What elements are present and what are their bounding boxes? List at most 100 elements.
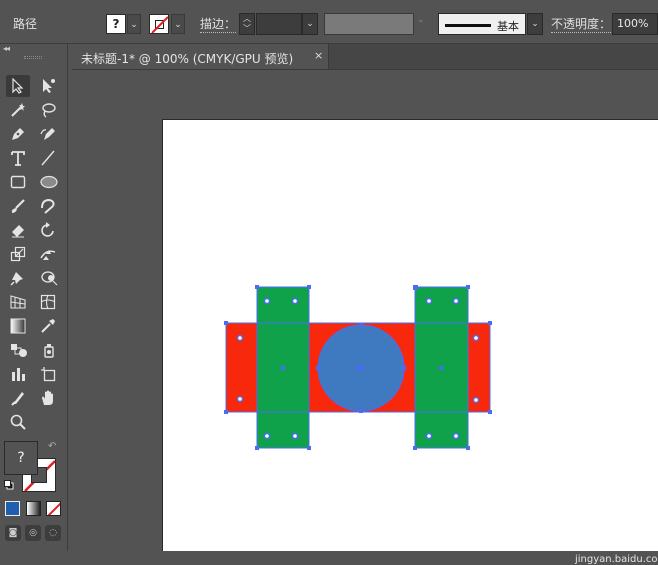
eraser-tool[interactable] — [6, 219, 30, 241]
magic-wand-icon — [11, 103, 25, 117]
spray-can-icon — [44, 344, 54, 358]
column-graph-tool[interactable] — [6, 363, 30, 385]
document-tab-title: 未标题-1* @ 100% (CMYK/GPU 预览) — [81, 52, 294, 66]
blend-tool[interactable] — [6, 339, 30, 361]
gradient-tool[interactable] — [6, 315, 30, 337]
hand-tool[interactable] — [36, 387, 60, 409]
fill-swatch[interactable]: ? — [106, 14, 126, 34]
stroke-weight-input[interactable] — [256, 13, 302, 35]
puppet-warp-tool[interactable] — [6, 267, 30, 289]
opacity-label[interactable]: 不透明度： — [551, 15, 612, 33]
stroke-weight-label[interactable]: 描边： — [200, 15, 237, 33]
default-colors-icon[interactable] — [4, 480, 14, 490]
watermark-brand: Baidu 经验 — [569, 534, 658, 553]
eyedropper-icon — [41, 319, 55, 333]
lasso-icon — [42, 103, 56, 118]
shape-builder-icon — [41, 271, 58, 286]
fill-dropdown-button[interactable]: ⌄ — [127, 14, 141, 34]
variable-width-profile[interactable] — [324, 13, 414, 35]
close-tab-icon[interactable]: × — [314, 49, 323, 62]
curvature-tool[interactable] — [36, 123, 60, 145]
draw-inside-button[interactable]: ◌ — [45, 525, 61, 541]
mesh-icon — [40, 294, 56, 310]
symbol-sprayer-tool[interactable] — [36, 339, 60, 361]
shaper-tool[interactable] — [36, 195, 60, 217]
shaper-icon — [41, 198, 55, 214]
type-icon — [11, 151, 25, 166]
width-tool[interactable] — [36, 243, 60, 265]
draw-normal-button[interactable]: ◙ — [5, 525, 21, 541]
paintbrush-tool[interactable] — [6, 195, 30, 217]
document-area: 未标题-1* @ 100% (CMYK/GPU 预览) × Baidu 经验 j… — [69, 44, 658, 565]
paintbrush-icon — [11, 199, 25, 213]
shape-builder-tool[interactable] — [36, 267, 60, 289]
rotate-icon — [41, 222, 54, 237]
ellipse-icon — [40, 175, 58, 189]
magnifier-icon — [10, 414, 26, 430]
gradient-mode-button[interactable] — [26, 501, 41, 516]
stroke-weight-spinner[interactable]: ︿ ﹀ — [239, 13, 255, 35]
none-slash-icon — [47, 502, 60, 515]
collapse-panel-icon[interactable]: ◂◂ — [3, 44, 10, 53]
brush-stroke-preview — [445, 24, 491, 27]
color-mode-button[interactable] — [5, 501, 20, 516]
slice-tool[interactable] — [6, 387, 30, 409]
mesh-tool[interactable] — [36, 291, 60, 313]
draw-behind-button[interactable]: ◎ — [25, 525, 41, 541]
scale-icon — [10, 246, 26, 262]
pen-tool[interactable] — [6, 123, 30, 145]
artboard-tool[interactable] — [36, 363, 60, 385]
watermark-url: jingyan.baidu.com — [575, 554, 658, 565]
line-icon — [41, 150, 55, 166]
eyedropper-tool[interactable] — [36, 315, 60, 337]
none-mode-button[interactable] — [46, 501, 61, 516]
variable-width-dropdown-icon[interactable]: ⌄ — [417, 15, 425, 25]
direct-select-icon — [43, 79, 55, 93]
canvas[interactable] — [69, 71, 658, 551]
blend-icon — [11, 344, 27, 357]
opacity-input[interactable]: 100% — [612, 13, 658, 35]
scale-tool[interactable] — [6, 243, 30, 265]
brush-label: 基本 — [497, 20, 519, 33]
hand-icon — [42, 390, 53, 405]
artboard[interactable] — [162, 119, 658, 551]
pin-icon — [10, 272, 23, 286]
direct-selection-tool[interactable] — [36, 75, 60, 97]
lasso-tool[interactable] — [36, 99, 60, 121]
curvature-pen-icon — [40, 128, 55, 140]
rectangle-icon — [10, 175, 26, 189]
width-icon — [40, 250, 56, 260]
ellipse-tool[interactable] — [36, 171, 60, 193]
rotate-tool[interactable] — [36, 219, 60, 241]
knife-icon — [11, 392, 24, 406]
line-segment-tool[interactable] — [36, 147, 60, 169]
magic-wand-tool[interactable] — [6, 99, 30, 121]
stroke-weight-dropdown[interactable]: ⌄ — [302, 13, 318, 35]
object-type-label: 路径 — [13, 17, 38, 31]
arrow-icon — [12, 78, 24, 94]
fill-color-box[interactable]: ? — [4, 441, 38, 475]
type-tool[interactable] — [6, 147, 30, 169]
perspective-grid-icon — [10, 295, 26, 309]
eraser-icon — [12, 225, 24, 238]
brush-definition[interactable]: 基本 — [438, 13, 526, 35]
swap-fill-stroke-icon[interactable]: ↶ — [48, 441, 56, 452]
document-tab[interactable]: 未标题-1* @ 100% (CMYK/GPU 预览) × — [72, 44, 329, 70]
gradient-icon — [10, 318, 26, 334]
pen-icon — [12, 128, 24, 140]
baidu-watermark: Baidu 经验 jingyan.baidu.com — [569, 530, 658, 565]
tab-strip — [329, 44, 658, 70]
panel-grip[interactable] — [24, 56, 42, 59]
perspective-grid-tool[interactable] — [6, 291, 30, 313]
control-bar: 路径 ? ⌄ ⌄ 描边： ︿ ﹀ ⌄ ⌄ 基本 ⌄ 不透明度： 100% — [0, 0, 658, 44]
rectangle-tool[interactable] — [6, 171, 30, 193]
brush-dropdown[interactable]: ⌄ — [527, 13, 543, 35]
none-slash-icon — [151, 16, 168, 33]
zoom-tool[interactable] — [6, 411, 30, 433]
stroke-swatch[interactable] — [149, 14, 169, 34]
artwork[interactable] — [163, 120, 658, 552]
artboard-icon — [41, 367, 56, 382]
selection-tool[interactable] — [6, 75, 30, 97]
bar-chart-icon — [12, 368, 25, 381]
stroke-dropdown-button[interactable]: ⌄ — [171, 14, 185, 34]
